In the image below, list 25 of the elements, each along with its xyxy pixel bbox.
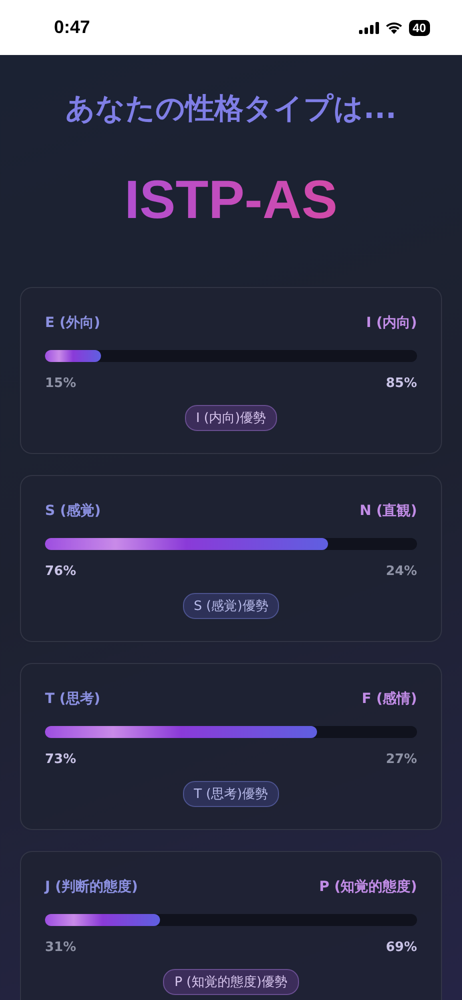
trait-label: E (外向) — [45, 314, 100, 332]
percent-value: 15% — [45, 376, 76, 391]
percent-value: 76% — [45, 564, 76, 579]
percent-value: 31% — [45, 940, 76, 955]
trait-label: F (感情) — [362, 690, 417, 708]
percent-value: 27% — [386, 752, 417, 767]
wifi-icon — [384, 21, 403, 34]
percent-value: 73% — [45, 752, 76, 767]
trait-label: N (直観) — [360, 502, 417, 520]
trait-label: T (思考) — [45, 690, 100, 708]
dominant-badge: P (知覚的態度)優勢 — [163, 969, 299, 995]
dominant-badge: T (思考)優勢 — [182, 781, 280, 807]
signal-icon — [358, 22, 379, 34]
percent-value: 69% — [386, 940, 417, 955]
heading: あなたの性格タイプは... — [65, 90, 397, 127]
percent-value: 24% — [386, 564, 417, 579]
dominant-badge: I (内向)優勢 — [184, 405, 278, 431]
trait-label: S (感覚) — [45, 502, 101, 520]
trait-label: J (判断的態度) — [45, 878, 138, 896]
percent-value: 85% — [386, 376, 417, 391]
status-time: 0:47 — [54, 17, 90, 38]
battery-level: 40 — [408, 20, 430, 36]
trait-label: I (内向) — [366, 314, 417, 332]
trait-label: P (知覚的態度) — [319, 878, 417, 896]
dominant-badge: S (感覚)優勢 — [182, 593, 280, 619]
